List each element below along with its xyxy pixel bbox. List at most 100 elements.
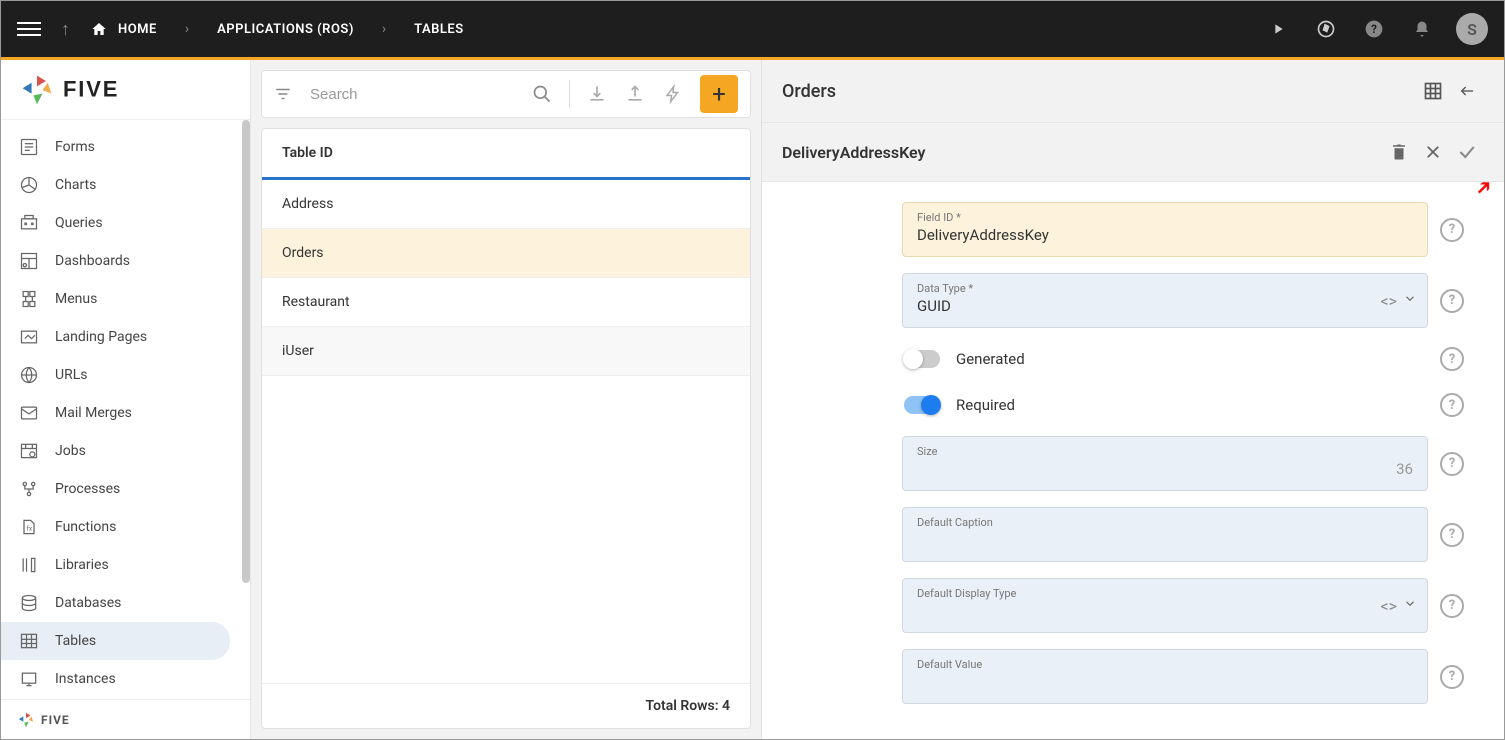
sidebar-item-forms[interactable]: Forms [1,128,250,166]
sidebar-item-landing-pages[interactable]: Landing Pages [1,318,250,356]
mail-merges-icon [17,402,41,424]
default-display-type-value [917,602,1413,622]
libraries-icon [17,554,41,576]
sidebar-item-jobs[interactable]: Jobs [1,432,250,470]
processes-icon [17,478,41,500]
code-icon[interactable]: <> [1381,596,1398,615]
help-icon[interactable]: ? [1440,665,1464,689]
help-icon[interactable]: ? [1440,523,1464,547]
sidebar: FIVE FormsCharts Queries DashboardsMenusLa… [1,60,251,739]
sidebar-item-dashboards[interactable]: Dashboards [1,242,250,280]
close-icon[interactable] [1416,135,1450,169]
sidebar-item-label: Instances [55,671,116,687]
form-area: Field ID * DeliveryAddressKey ? Data Typ… [762,182,1504,739]
sidebar-item-label: Databases [55,595,121,611]
sidebar-item-menus[interactable]: Menus [1,280,250,318]
bell-icon[interactable] [1408,15,1436,43]
default-caption-input[interactable]: Default Caption [902,507,1428,562]
sidebar-item-label: Processes [55,481,120,497]
sidebar-item-databases[interactable]: Databases [1,584,250,622]
sidebar-item-queries[interactable]: Queries [1,204,250,242]
detail-subheader: DeliveryAddressKey ➔ [762,123,1504,182]
table-row[interactable]: Restaurant [262,278,750,327]
table-footer: Total Rows: 4 [262,683,750,728]
sidebar-item-functions[interactable]: fxFunctions [1,508,250,546]
required-toggle[interactable] [904,396,940,414]
menus-icon [17,288,41,310]
export-icon[interactable] [620,79,650,109]
size-input[interactable]: Size 36 [902,436,1428,491]
size-value: 36 [917,460,1413,480]
sidebar-item-resources[interactable]: Resources [1,698,250,699]
help-icon[interactable]: ? [1440,218,1464,242]
sidebar-item-label: Tables [55,633,96,649]
help-icon[interactable]: ? [1440,347,1464,371]
data-type-select[interactable]: Data Type * GUID <> [902,273,1428,328]
default-value-input[interactable]: Default Value [902,649,1428,704]
import-icon[interactable] [582,79,612,109]
databases-icon [17,592,41,614]
table-list: Table ID AddressOrdersRestaurantiUser To… [261,128,751,729]
sidebar-item-processes[interactable]: Processes [1,470,250,508]
up-arrow-icon[interactable]: ↑ [61,19,70,40]
back-arrow-icon[interactable] [1450,74,1484,108]
chevron-down-icon[interactable] [1403,596,1417,615]
menu-button[interactable] [17,17,41,41]
table-row[interactable]: Address [262,180,750,229]
charts-icon [17,174,41,196]
table-row[interactable]: iUser [262,327,750,376]
generated-toggle[interactable] [904,350,940,368]
field-id-input[interactable]: Field ID * DeliveryAddressKey [902,202,1428,257]
confirm-check-icon[interactable] [1450,135,1484,169]
explore-icon[interactable] [1312,15,1340,43]
sidebar-item-tables[interactable]: Tables [1,622,230,660]
nav-list: FormsCharts Queries DashboardsMenusLanding… [1,120,250,699]
svg-text:FIVE: FIVE [63,76,119,101]
breadcrumb-app[interactable]: APPLICATIONS (ROS) [217,22,354,37]
default-caption-value [917,531,1413,551]
list-panel: + Table ID AddressOrdersRestaurantiUser … [251,60,761,739]
svg-text:?: ? [1371,22,1377,36]
sidebar-item-mail-merges[interactable]: Mail Merges [1,394,250,432]
table-column-header[interactable]: Table ID [262,129,750,180]
help-icon[interactable]: ? [1360,15,1388,43]
bolt-icon[interactable] [658,79,688,109]
topbar: ↑ HOME › APPLICATIONS (ROS) › TABLES ? S [1,1,1504,57]
sidebar-item-charts[interactable]: Charts [1,166,250,204]
grid-view-icon[interactable] [1416,74,1450,108]
breadcrumb-home-label: HOME [118,22,157,37]
search-icon[interactable] [527,79,557,109]
scrollbar[interactable] [242,120,250,583]
help-icon[interactable]: ? [1440,594,1464,618]
list-toolbar: + [261,70,751,118]
search-input[interactable] [306,78,519,111]
code-icon[interactable]: <> [1381,291,1398,310]
help-icon[interactable]: ? [1440,452,1464,476]
help-icon[interactable]: ? [1440,393,1464,417]
delete-icon[interactable] [1382,135,1416,169]
footer-label: Total Rows: [646,698,719,714]
detail-panel: Orders DeliveryAddressKey ➔ Field ID * D… [761,60,1504,739]
breadcrumb-page[interactable]: TABLES [414,22,464,37]
sidebar-item-libraries[interactable]: Libraries [1,546,250,584]
chevron-right-icon: › [177,21,197,37]
add-button[interactable]: + [700,75,738,113]
default-display-type-label: Default Display Type [917,587,1413,600]
sidebar-item-label: Queries [55,215,103,231]
play-icon[interactable] [1264,15,1292,43]
breadcrumb-home[interactable]: HOME [90,21,157,37]
sidebar-item-urls[interactable]: URLs [1,356,250,394]
help-icon[interactable]: ? [1440,289,1464,313]
table-row[interactable]: Orders [262,229,750,278]
data-type-value: GUID [917,297,1413,317]
sidebar-item-instances[interactable]: Instances [1,660,250,698]
five-logo-icon [19,72,55,108]
detail-header: Orders [762,60,1504,123]
avatar[interactable]: S [1456,13,1488,45]
default-value-label: Default Value [917,658,1413,671]
filter-icon[interactable] [274,85,292,103]
home-icon [90,21,108,37]
tables-icon [17,630,41,652]
chevron-down-icon[interactable] [1403,291,1417,310]
default-display-type-select[interactable]: Default Display Type <> [902,578,1428,633]
